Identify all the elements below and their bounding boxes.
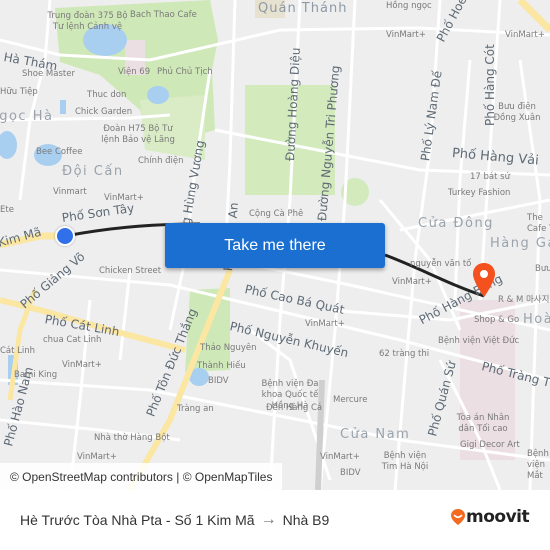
- footer-bar: Hè Trước Tòa Nhà Pta - Số 1 Kim Mã → Nhà…: [0, 490, 550, 550]
- water-body: [0, 131, 17, 159]
- poi-label: Bệnh viện Tim Hà Nội: [381, 451, 429, 472]
- poi-label: Đoàn H75 Bộ Tư lệnh Bảo vệ Lăng: [101, 124, 175, 145]
- poi-label: Mercure: [333, 395, 368, 405]
- poi-label: Chính điện: [138, 156, 184, 166]
- poi-label: Tòa án Nhân dân Tối cao: [456, 413, 510, 434]
- water-body: [147, 86, 169, 104]
- moovit-pin-icon: [451, 509, 465, 525]
- moovit-wordmark: moovit: [466, 507, 530, 527]
- poi-label: Hữu Tiệp: [0, 87, 38, 97]
- poi-label: Bee Coffee: [36, 147, 83, 157]
- district-label: Hàng Gai: [490, 236, 550, 251]
- poi-label: BIDV: [340, 468, 361, 478]
- poi-label: Viện 69: [118, 67, 151, 77]
- poi-label: Chicken Street: [99, 266, 162, 276]
- poi-label: Turkey Fashion: [448, 188, 511, 198]
- poi-label: Thảo Nguyên: [200, 343, 257, 353]
- take-me-there-button[interactable]: Take me there: [165, 223, 385, 268]
- poi-label: VinMart+: [104, 193, 144, 203]
- district-label: Cửa Đông: [418, 216, 494, 231]
- poi-label: Shoe Master: [22, 69, 75, 79]
- poi-label: Bệnh viện Việt Đức: [438, 336, 520, 346]
- street-label: Quán Thánh: [258, 1, 348, 16]
- poi-label: BIDV: [208, 376, 229, 386]
- poi-label: VinMart+: [62, 360, 102, 370]
- poi-label: Bami King: [14, 370, 58, 380]
- poi-label: VinMart+: [392, 277, 432, 287]
- district-label: Ngọc Hà: [0, 109, 54, 124]
- origin-name: Hè Trước Tòa Nhà Pta - Số 1 Kim Mã: [20, 512, 255, 528]
- poi-label: Cát Linh: [0, 346, 36, 356]
- poi-label: Shop & Go: [474, 315, 520, 325]
- poi-label: Gigi Decor Art: [460, 440, 520, 450]
- poi-label: Hồng ngọc: [386, 1, 432, 11]
- poi-label: VinMart+: [320, 452, 360, 462]
- origin-marker[interactable]: [55, 226, 75, 246]
- poi-label: Chick Garden: [75, 107, 133, 117]
- district-label: Cửa Nam: [340, 427, 411, 442]
- poi-label: chua Cat Linh: [43, 335, 102, 345]
- poi-label: VinMart+: [386, 30, 426, 40]
- poi-label: Vinmart: [53, 187, 87, 197]
- poi-label: Bưu: [535, 264, 550, 274]
- poi-label: 62 tràng thi: [379, 349, 430, 359]
- water-body: [60, 100, 66, 114]
- poi-label: VinMart+: [505, 30, 545, 40]
- poi-label: Cộng Cà Phê: [249, 209, 304, 219]
- poi-label: Nhà thờ Hàng Bột: [94, 433, 170, 443]
- poi-label: 17 bát sứ: [470, 172, 510, 182]
- route-title: Hè Trước Tòa Nhà Pta - Số 1 Kim Mã → Nhà…: [20, 511, 329, 529]
- poi-label: Phủ Chủ Tịch: [157, 67, 213, 77]
- poi-label: Thuc don: [87, 90, 127, 100]
- poi-label: Trung đoàn 375 Bộ Tư lệnh Cảnh vệ: [47, 11, 128, 32]
- poi-label: The Cafe T: [527, 213, 550, 234]
- poi-label: nguyễn văn tố: [410, 259, 472, 269]
- major-road: [517, 0, 550, 33]
- poi-label: Bach Thao Cafe: [130, 10, 197, 20]
- arrow-right-icon: →: [260, 511, 277, 528]
- district-label: Hoàn: [523, 312, 550, 327]
- poi-label: Bệnh viện Mắt: [527, 449, 549, 481]
- poi-label: Tràng an: [177, 404, 214, 414]
- district-label: Đội Cấn: [62, 164, 124, 179]
- map-canvas[interactable]: Quán Thánh Phố Hoè Nhai Phố Hàng Cót Phố…: [0, 0, 550, 490]
- destination-name: Nhà B9: [282, 512, 330, 528]
- poi-label: Ete: [0, 205, 14, 215]
- poi-label: Thành Hiếu: [197, 361, 246, 371]
- moovit-logo[interactable]: moovit: [450, 507, 530, 527]
- poi-label: Bưu điện Đồng Xuân: [493, 102, 541, 123]
- poi-label: VinMart+: [77, 452, 117, 462]
- poi-label: VinMart+: [305, 319, 345, 329]
- poi-label: R & M 마사지: [498, 295, 550, 305]
- map-attribution[interactable]: © OpenStreetMap contributors | © OpenMap…: [0, 463, 283, 490]
- destination-pin-icon[interactable]: [472, 262, 496, 298]
- poi-label: Đền Hàng Cá: [266, 403, 323, 413]
